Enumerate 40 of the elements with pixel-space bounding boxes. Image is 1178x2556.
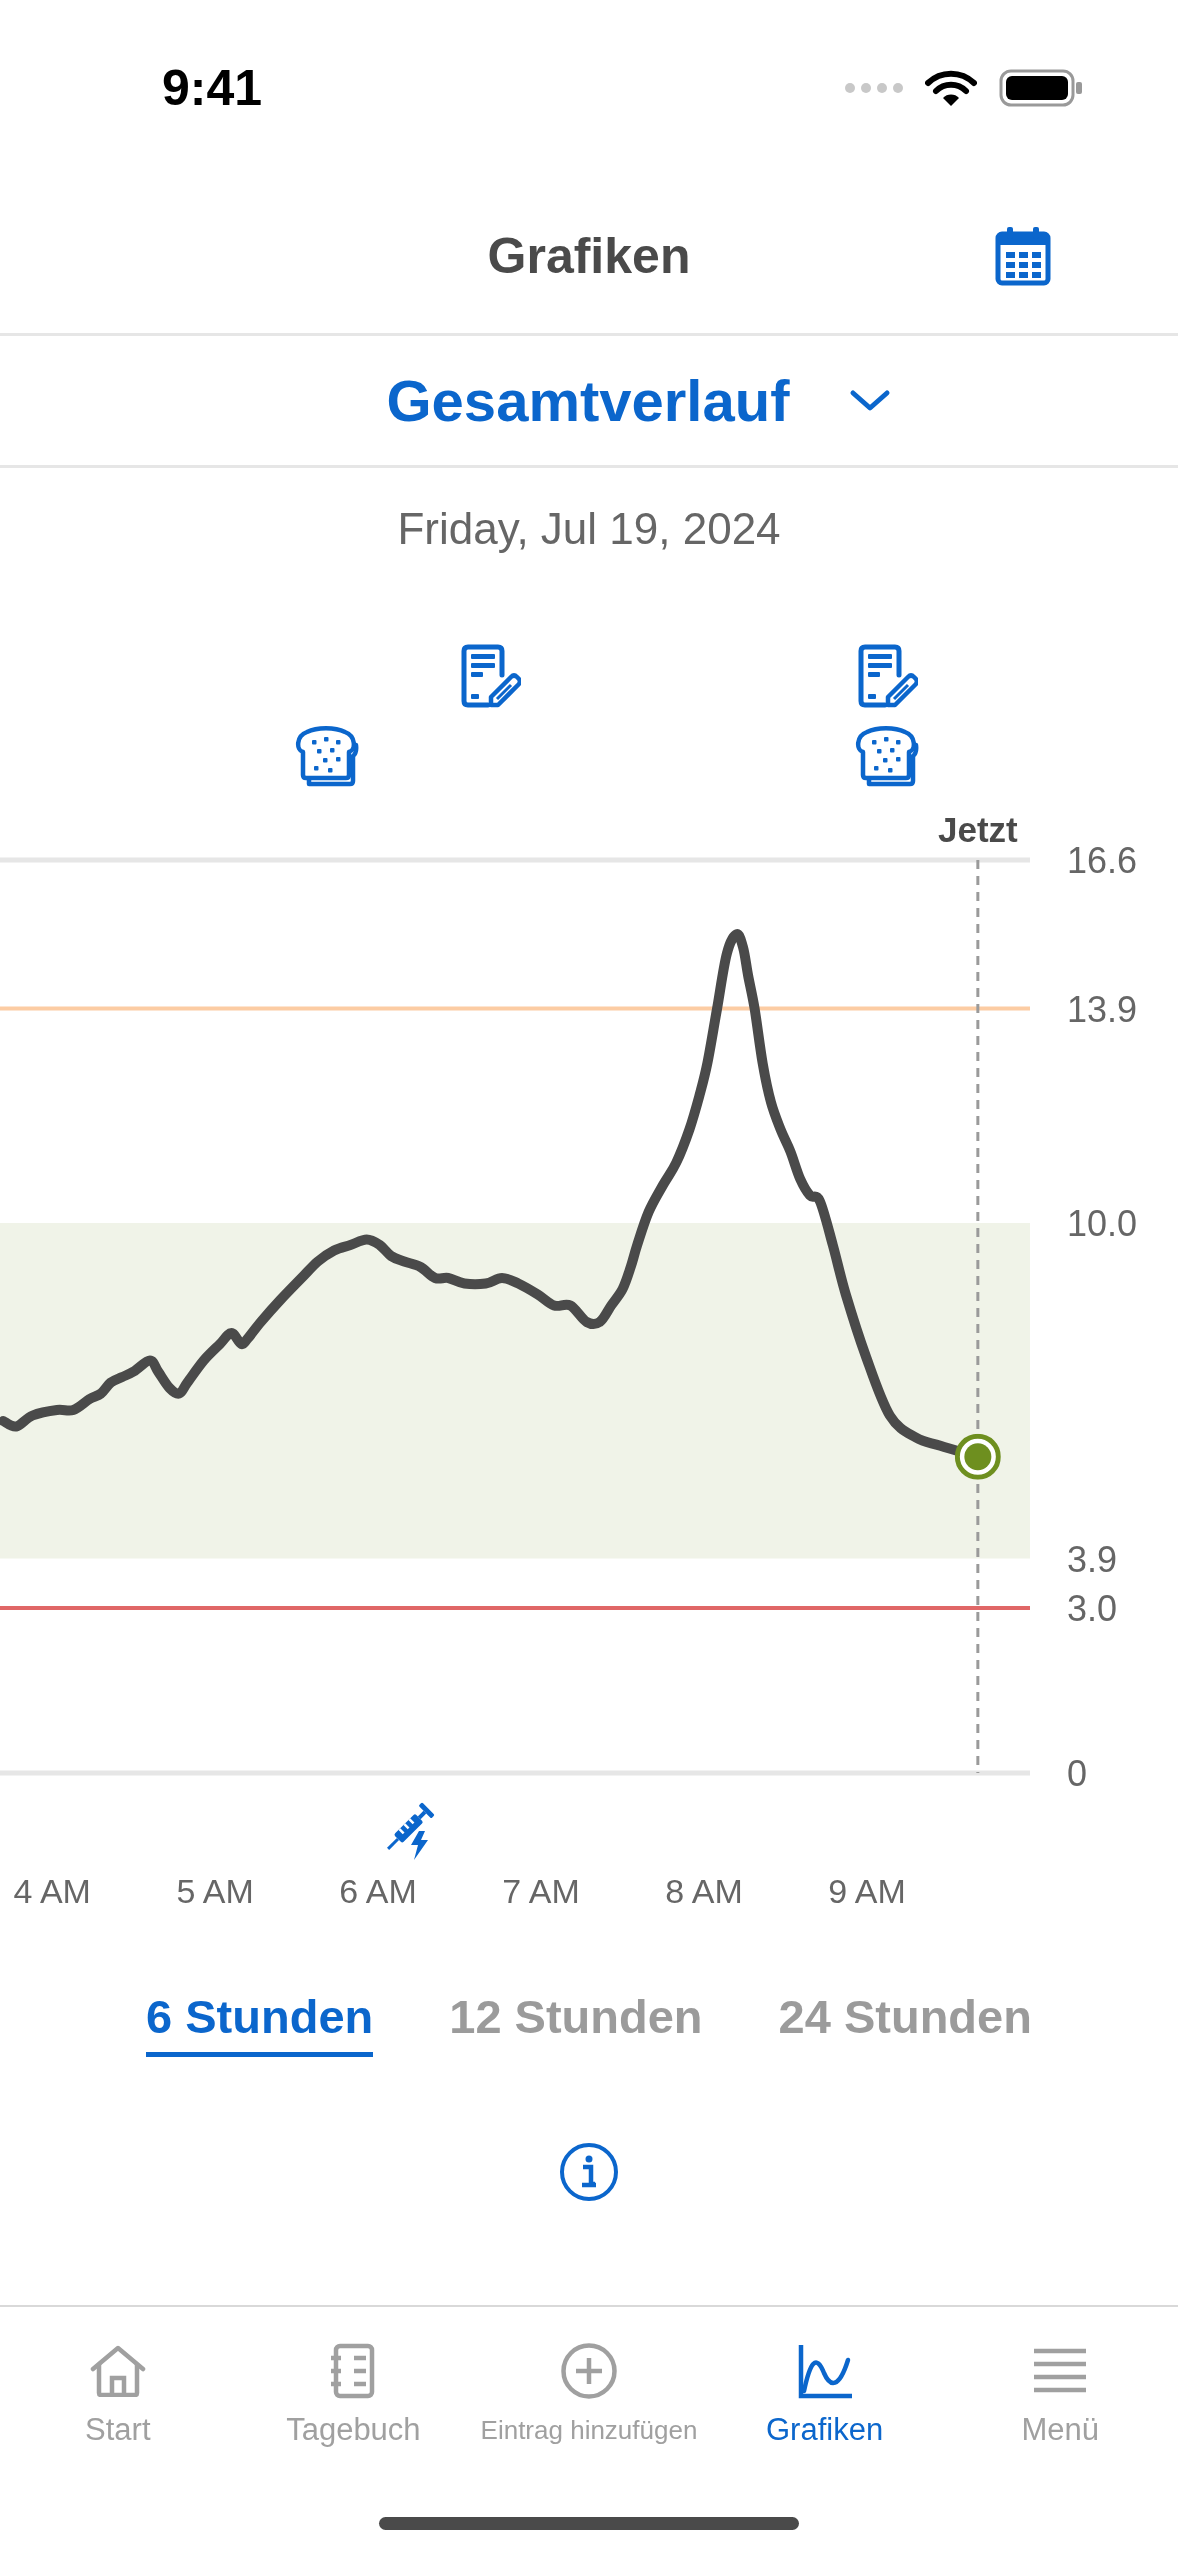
x-axis-label: 5 AM	[176, 1872, 254, 1910]
bread-icon[interactable]	[858, 728, 917, 784]
wifi-icon	[925, 69, 977, 107]
y-axis-label: 0	[1067, 1753, 1088, 1794]
range-tab[interactable]: 6 Stunden	[146, 1989, 374, 2057]
tab-bar-item[interactable]: Eintrag hinzufügen	[480, 2343, 698, 2448]
notebook-icon	[330, 2343, 377, 2399]
date-label: Friday, Jul 19, 2024	[397, 503, 781, 555]
x-axis-label: 4 AM	[13, 1872, 91, 1910]
x-axis-label: 8 AM	[665, 1872, 743, 1910]
document-pencil-icon[interactable]	[464, 647, 520, 705]
info-icon[interactable]	[559, 2142, 619, 2202]
screen-title: Grafiken	[487, 227, 691, 285]
status-time: 9:41	[162, 59, 263, 117]
battery-icon	[999, 69, 1083, 107]
x-axis-label: 9 AM	[828, 1872, 906, 1910]
y-axis-label: 10.0	[1067, 1203, 1138, 1244]
plus-circle-icon	[560, 2343, 617, 2399]
chevron-down-icon	[849, 388, 892, 413]
x-axis-label: 6 AM	[339, 1872, 417, 1910]
range-tab[interactable]: 12 Stunden	[449, 1989, 703, 2057]
menu-icon	[1032, 2347, 1089, 2395]
tab-bar-item[interactable]: Grafiken	[766, 2343, 884, 2448]
tab-bar-item[interactable]: Start	[85, 2343, 151, 2448]
document-pencil-icon[interactable]	[861, 647, 917, 705]
now-label: Jetzt	[937, 810, 1018, 849]
tab-bar-item[interactable]: Tagebuch	[286, 2343, 421, 2448]
view-dropdown[interactable]: Gesamtverlauf	[286, 367, 892, 434]
y-axis-label: 16.6	[1067, 840, 1138, 881]
y-axis-label: 13.9	[1067, 988, 1138, 1030]
calendar-icon[interactable]	[995, 226, 1051, 286]
home-icon	[89, 2345, 146, 2397]
line-chart-icon	[796, 2343, 853, 2399]
bread-icon[interactable]	[298, 728, 357, 784]
x-axis-label: 7 AM	[502, 1872, 580, 1910]
y-axis-label: 3.9	[1067, 1538, 1118, 1580]
range-tab[interactable]: 24 Stunden	[778, 1989, 1032, 2057]
y-axis-label: 3.0	[1067, 1588, 1118, 1629]
tab-bar-item[interactable]: Menü	[1021, 2343, 1099, 2448]
signal-icon	[845, 83, 903, 93]
